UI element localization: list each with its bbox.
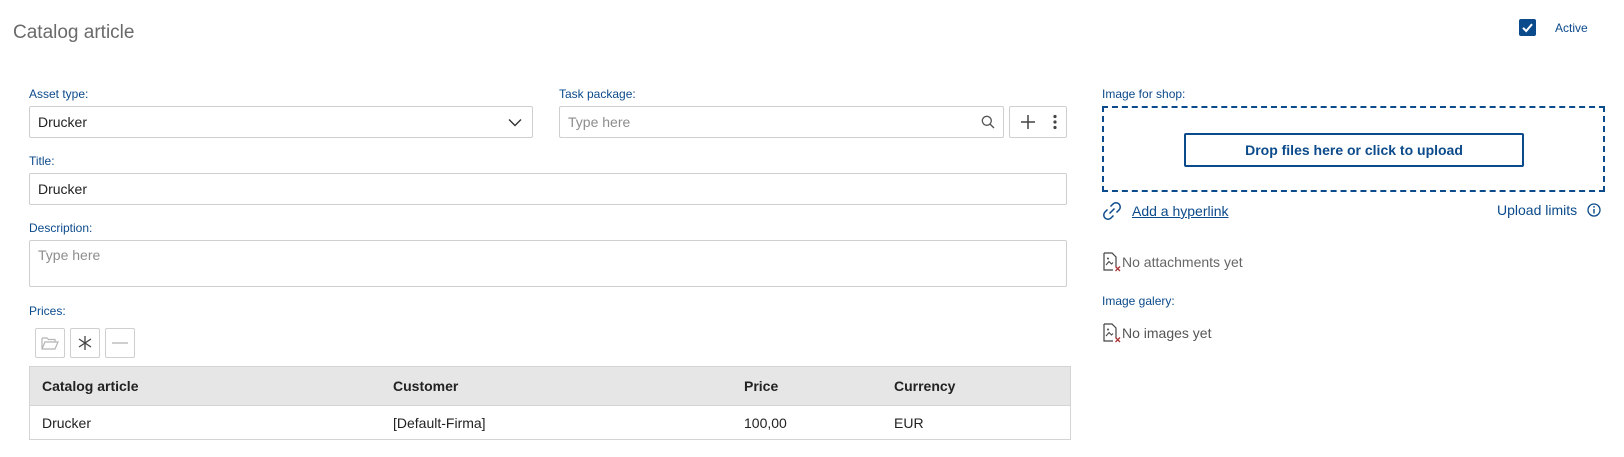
column-header-currency[interactable]: Currency [882,366,1070,406]
remove-button[interactable] [105,328,135,358]
table-row[interactable]: Drucker [Default-Firma] 100,00 EUR [30,405,1070,440]
title-label: Title: [29,154,55,168]
cell-currency: EUR [882,405,1070,440]
link-icon [1103,202,1121,220]
no-image-icon [1103,323,1121,343]
task-package-placeholder: Type here [568,114,631,130]
upload-dropzone[interactable]: Drop files here or click to upload [1102,106,1605,192]
prices-label: Prices: [29,304,66,318]
column-header-customer[interactable]: Customer [381,366,732,406]
title-value: Drucker [38,181,88,197]
task-package-label: Task package: [559,87,636,101]
description-label: Description: [29,221,93,235]
description-placeholder: Type here [38,247,101,263]
upload-limits-label[interactable]: Upload limits [1497,202,1577,218]
asterisk-button[interactable] [70,328,100,358]
task-package-input[interactable]: Type here [559,106,1004,138]
no-images-text: No images yet [1122,325,1212,341]
description-textarea[interactable]: Type here [29,240,1067,287]
page-title: Catalog article [13,22,135,43]
minus-icon [112,342,128,344]
plus-icon[interactable] [1019,113,1037,131]
active-label: Active [1555,20,1588,35]
column-header-catalog-article[interactable]: Catalog article [30,366,381,406]
more-vertical-icon[interactable] [1053,114,1057,130]
no-file-icon [1103,252,1121,272]
add-hyperlink-link[interactable]: Add a hyperlink [1132,203,1229,219]
open-button[interactable] [35,328,65,358]
attachments-empty-state: No attachments yet [1102,252,1243,272]
folder-open-icon [41,337,59,350]
no-attachments-text: No attachments yet [1122,254,1243,270]
active-toggle[interactable]: Active [1519,19,1588,36]
shop-image-label: Image for shop: [1102,87,1186,101]
active-checkbox[interactable] [1519,19,1536,36]
checkmark-icon [1522,23,1533,33]
asset-type-label: Asset type: [29,87,89,101]
title-input[interactable]: Drucker [29,173,1067,205]
table-header-row: Catalog article Customer Price Currency [30,366,1070,406]
search-icon[interactable] [981,115,995,129]
add-hyperlink[interactable]: Add a hyperlink [1103,202,1229,220]
upload-button[interactable]: Drop files here or click to upload [1184,133,1524,167]
upload-limits[interactable]: Upload limits [1497,202,1601,218]
task-package-actions [1009,106,1067,138]
asset-type-select[interactable]: Drucker [29,106,533,138]
chevron-down-icon [508,119,522,127]
prices-table: Catalog article Customer Price Currency … [29,366,1071,440]
column-header-price[interactable]: Price [732,366,882,406]
info-icon[interactable] [1587,203,1601,217]
cell-price: 100,00 [732,405,882,440]
cell-catalog-article: Drucker [30,405,381,440]
asterisk-icon [78,336,92,350]
prices-toolbar [35,328,135,358]
asset-type-value: Drucker [38,114,88,130]
gallery-empty-state: No images yet [1102,323,1211,343]
gallery-label: Image galery: [1102,294,1175,308]
cell-customer: [Default-Firma] [381,405,732,440]
